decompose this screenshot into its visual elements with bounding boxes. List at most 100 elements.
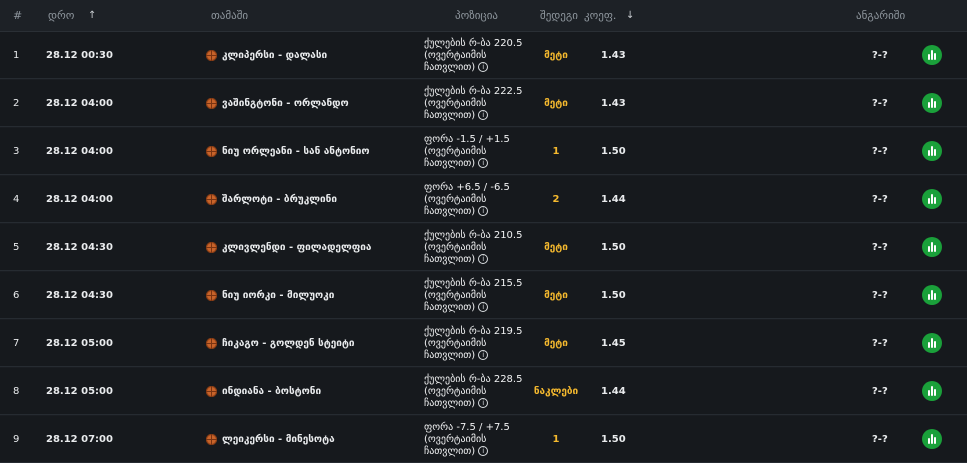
position-text: ქულების რ-ბა 222.5 (ოვერტაიმის ჩათვლით) — [424, 86, 523, 121]
header-num: # — [13, 9, 23, 22]
bet-position: ფორა -1.5 / +1.5 (ოვერტაიმის ჩათვლით) i — [424, 134, 534, 170]
header-coef[interactable]: კოეფ. — [584, 0, 616, 32]
row-number: 9 — [13, 434, 20, 445]
match-name[interactable]: კლიპერსი - დალასი — [206, 32, 327, 79]
info-icon[interactable]: i — [478, 254, 489, 264]
match-title: ინდიანა - ბოსტონი — [222, 386, 322, 397]
table-row[interactable]: 4 28.12 04:00 შარლოტი - ბრუკლინი ფორა +6… — [0, 176, 967, 223]
bet-pick: მეტი — [544, 242, 568, 253]
bet-position: ქულების რ-ბა 228.5 (ოვერტაიმის ჩათვლით) i — [424, 374, 534, 410]
position-text: ფორა -1.5 / +1.5 (ოვერტაიმის ჩათვლით) — [424, 134, 510, 169]
position-text: ფორა -7.5 / +7.5 (ოვერტაიმის ჩათვლით) — [424, 422, 510, 457]
live-stats-icon[interactable] — [922, 285, 942, 305]
info-icon[interactable]: i — [478, 62, 489, 72]
match-date: 28.12 05:00 — [46, 386, 113, 397]
info-icon[interactable]: i — [478, 398, 489, 408]
table-row[interactable]: 7 28.12 05:00 ჩიკაგო - გოლდენ სტეიტი ქულ… — [0, 320, 967, 367]
basketball-icon — [206, 98, 217, 109]
match-title: ნიუ ორლეანი - სან ანტონიო — [222, 146, 370, 157]
bet-position: ქულების რ-ბა 220.5 (ოვერტაიმის ჩათვლით) i — [424, 38, 534, 74]
table-row[interactable]: 9 28.12 07:00 ლეიკერსი - მინესოტა ფორა -… — [0, 416, 967, 463]
basketball-icon — [206, 290, 217, 301]
row-number: 2 — [13, 98, 20, 109]
basketball-icon — [206, 50, 217, 61]
match-name[interactable]: შარლოტი - ბრუკლინი — [206, 176, 337, 223]
live-stats-icon[interactable] — [922, 141, 942, 161]
position-text: ქულების რ-ბა 220.5 (ოვერტაიმის ჩათვლით) — [424, 38, 523, 73]
bet-coefficient: 1.44 — [601, 386, 626, 397]
table-row[interactable]: 3 28.12 04:00 ნიუ ორლეანი - სან ანტონიო … — [0, 128, 967, 175]
match-name[interactable]: ინდიანა - ბოსტონი — [206, 368, 321, 415]
match-date: 28.12 07:00 — [46, 434, 113, 445]
row-number: 7 — [13, 338, 20, 349]
match-score: ?-? — [872, 50, 888, 61]
table-row[interactable]: 5 28.12 04:30 კლივლენდი - ფილადელფია ქულ… — [0, 224, 967, 271]
live-stats-icon[interactable] — [922, 93, 942, 113]
info-icon[interactable]: i — [478, 446, 489, 456]
basketball-icon — [206, 434, 217, 445]
info-icon[interactable]: i — [478, 110, 489, 120]
match-score: ?-? — [872, 194, 888, 205]
match-score: ?-? — [872, 386, 888, 397]
match-name[interactable]: ლეიკერსი - მინესოტა — [206, 416, 335, 463]
bets-table: # დრო ↑ თამაში პოზიცია შედეგი კოეფ. ↓ ან… — [0, 0, 967, 463]
match-score: ?-? — [872, 434, 888, 445]
position-text: ქულების რ-ბა 210.5 (ოვერტაიმის ჩათვლით) — [424, 230, 523, 265]
table-row[interactable]: 2 28.12 04:00 ვაშინგტონი - ორლანდო ქულებ… — [0, 80, 967, 127]
table-row[interactable]: 8 28.12 05:00 ინდიანა - ბოსტონი ქულების … — [0, 368, 967, 415]
arrow-down-icon[interactable]: ↓ — [626, 0, 634, 32]
match-title: ვაშინგტონი - ორლანდო — [222, 98, 349, 109]
row-number: 3 — [13, 146, 20, 157]
bet-coefficient: 1.43 — [601, 98, 626, 109]
bet-pick: მეტი — [544, 290, 568, 301]
live-stats-icon[interactable] — [922, 429, 942, 449]
bet-pick: მეტი — [544, 98, 568, 109]
table-row[interactable]: 6 28.12 04:30 ნიუ იორკი - მილუოკი ქულები… — [0, 272, 967, 319]
live-stats-icon[interactable] — [922, 333, 942, 353]
header-pick: შედეგი — [540, 9, 578, 22]
table-row[interactable]: 1 28.12 00:30 კლიპერსი - დალასი ქულების … — [0, 32, 967, 79]
match-title: ნიუ იორკი - მილუოკი — [222, 290, 335, 301]
header-date[interactable]: დრო — [48, 0, 74, 32]
match-date: 28.12 05:00 — [46, 338, 113, 349]
bet-position: ქულების რ-ბა 222.5 (ოვერტაიმის ჩათვლით) i — [424, 86, 534, 122]
live-stats-icon[interactable] — [922, 45, 942, 65]
bet-pick: 1 — [552, 146, 560, 157]
bet-coefficient: 1.43 — [601, 50, 626, 61]
bet-position: ფორა -7.5 / +7.5 (ოვერტაიმის ჩათვლით) i — [424, 422, 534, 458]
match-score: ?-? — [872, 98, 888, 109]
match-name[interactable]: ვაშინგტონი - ორლანდო — [206, 80, 349, 127]
info-icon[interactable]: i — [478, 206, 489, 216]
match-name[interactable]: კლივლენდი - ფილადელფია — [206, 224, 371, 271]
match-name[interactable]: ჩიკაგო - გოლდენ სტეიტი — [206, 320, 355, 367]
match-date: 28.12 04:00 — [46, 146, 113, 157]
basketball-icon — [206, 146, 217, 157]
match-name[interactable]: ნიუ იორკი - მილუოკი — [206, 272, 334, 319]
bet-coefficient: 1.45 — [601, 338, 626, 349]
header-position: პოზიცია — [455, 9, 498, 22]
live-stats-icon[interactable] — [922, 189, 942, 209]
table-header: # დრო ↑ თამაში პოზიცია შედეგი კოეფ. ↓ ან… — [0, 0, 967, 32]
match-score: ?-? — [872, 242, 888, 253]
info-icon[interactable]: i — [478, 350, 489, 360]
live-stats-icon[interactable] — [922, 381, 942, 401]
live-stats-icon[interactable] — [922, 237, 942, 257]
bet-coefficient: 1.50 — [601, 290, 626, 301]
bet-pick: მეტი — [544, 338, 568, 349]
info-icon[interactable]: i — [478, 158, 489, 168]
match-title: შარლოტი - ბრუკლინი — [222, 194, 337, 205]
match-date: 28.12 04:00 — [46, 194, 113, 205]
header-game: თამაში — [211, 9, 249, 22]
bet-coefficient: 1.50 — [601, 146, 626, 157]
bet-pick: 2 — [552, 194, 560, 205]
row-number: 8 — [13, 386, 20, 397]
match-name[interactable]: ნიუ ორლეანი - სან ანტონიო — [206, 128, 370, 175]
bet-position: ქულების რ-ბა 215.5 (ოვერტაიმის ჩათვლით) i — [424, 278, 534, 314]
match-score: ?-? — [872, 338, 888, 349]
arrow-up-icon[interactable]: ↑ — [88, 0, 96, 32]
match-title: კლიპერსი - დალასი — [222, 50, 328, 61]
match-date: 28.12 04:00 — [46, 98, 113, 109]
bet-position: ფორა +6.5 / -6.5 (ოვერტაიმის ჩათვლით) i — [424, 182, 534, 218]
basketball-icon — [206, 194, 217, 205]
info-icon[interactable]: i — [478, 302, 489, 312]
